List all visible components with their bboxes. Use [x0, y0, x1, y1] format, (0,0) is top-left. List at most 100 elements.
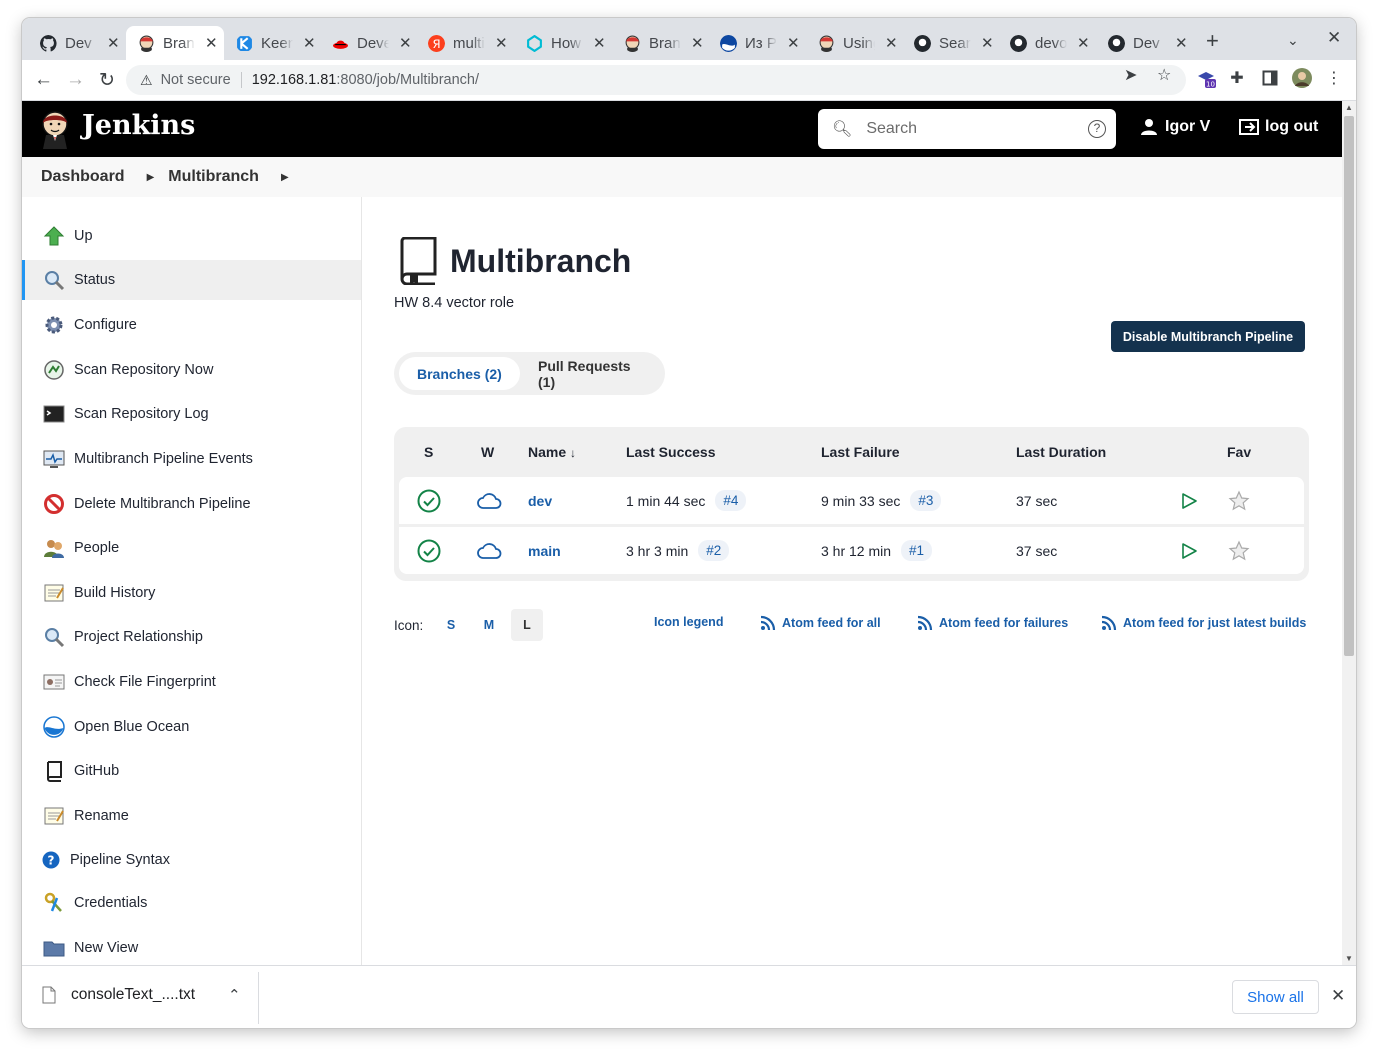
sidebar-item-pipeline-syntax[interactable]: ? Pipeline Syntax [22, 840, 361, 880]
build-play-icon[interactable] [1180, 477, 1198, 524]
close-downloads-icon[interactable]: ✕ [1331, 986, 1345, 1006]
sidepanel-icon[interactable] [1260, 68, 1280, 88]
bookmark-star-icon[interactable]: ☆ [1157, 65, 1171, 85]
build-badge[interactable]: #2 [698, 540, 730, 561]
build-play-icon[interactable] [1180, 527, 1198, 574]
browser-tab[interactable]: Develop ✕ [320, 26, 412, 60]
column-header-last-success[interactable]: Last Success [626, 444, 716, 460]
tab-search-chevron-icon[interactable]: ⌄ [1287, 32, 1299, 49]
browser-tab[interactable]: Я multibranch ✕ [416, 26, 508, 60]
column-header-last-duration[interactable]: Last Duration [1016, 444, 1106, 460]
sidebar-item-new-view[interactable]: New View [22, 928, 361, 965]
sidebar-item-scan-log[interactable]: Scan Repository Log [22, 394, 361, 434]
browser-tab[interactable]: How to ✕ [514, 26, 606, 60]
tab-close-icon[interactable]: ✕ [885, 34, 898, 52]
column-header-s[interactable]: S [424, 444, 433, 460]
breadcrumb-dashboard[interactable]: Dashboard [41, 168, 125, 186]
sidebar-item-fingerprint[interactable]: Check File Fingerprint [22, 662, 361, 702]
breadcrumb-arrow-icon[interactable]: ▶ [147, 172, 155, 183]
success-status-icon[interactable] [417, 527, 441, 574]
back-arrow-icon[interactable]: ← [34, 69, 53, 91]
browser-tab[interactable]: Using ✕ [806, 26, 898, 60]
branch-link-dev[interactable]: dev [528, 477, 552, 524]
chevron-up-icon[interactable]: ⌃ [228, 986, 241, 1004]
favorite-star-icon[interactable] [1228, 477, 1250, 524]
tab-close-icon[interactable]: ✕ [787, 34, 800, 52]
jenkins-logo-icon[interactable] [38, 109, 72, 149]
profile-avatar[interactable] [1292, 68, 1312, 88]
tab-pull-requests[interactable]: Pull Requests (1) [520, 357, 665, 390]
puzzle-icon[interactable]: ✚ [1227, 68, 1247, 88]
sidebar-item-project-relationship[interactable]: Project Relationship [22, 617, 361, 657]
build-badge[interactable]: #3 [910, 490, 942, 511]
browser-tab[interactable]: Branch ✕ [612, 26, 704, 60]
browser-tab[interactable]: Dev Env ✕ [28, 26, 120, 60]
address-bar[interactable]: ⚠ Not secure 192.168.1.81 :8080/job/Mult… [126, 65, 1186, 95]
build-badge[interactable]: #4 [715, 490, 747, 511]
show-all-button[interactable]: Show all [1232, 980, 1319, 1014]
sidebar-item-up[interactable]: Up [22, 216, 361, 256]
user-menu[interactable]: Igor V [1140, 118, 1210, 136]
favorite-star-icon[interactable] [1228, 527, 1250, 574]
tab-close-icon[interactable]: ✕ [107, 34, 120, 52]
sidebar-item-build-history[interactable]: Build History [22, 573, 361, 613]
tab-branches[interactable]: Branches (2) [399, 357, 520, 390]
new-tab-button[interactable]: + [1206, 28, 1219, 54]
weather-cloud-icon[interactable] [476, 527, 502, 574]
vertical-scrollbar[interactable]: ▲ ▼ [1342, 101, 1356, 965]
icon-size-s[interactable]: S [435, 609, 467, 641]
icon-legend-link[interactable]: Icon legend [654, 615, 723, 629]
tab-close-icon[interactable]: ✕ [205, 34, 218, 52]
sidebar-item-configure[interactable]: Configure [22, 305, 361, 345]
scroll-up-icon[interactable]: ▲ [1345, 103, 1353, 112]
tab-close-icon[interactable]: ✕ [495, 34, 508, 52]
send-icon[interactable]: ➤ [1124, 65, 1137, 85]
browser-tab[interactable]: devops ✕ [998, 26, 1090, 60]
browser-tab[interactable]: Dev Env ✕ [1096, 26, 1188, 60]
success-status-icon[interactable] [417, 477, 441, 524]
breadcrumb-arrow-icon[interactable]: ▶ [281, 172, 289, 183]
download-item[interactable]: consoleText_....txt [42, 986, 195, 1004]
weather-cloud-icon[interactable] [476, 477, 502, 524]
forward-arrow-icon[interactable]: → [66, 69, 85, 91]
tab-close-icon[interactable]: ✕ [593, 34, 606, 52]
extension-icon[interactable]: 10 [1196, 68, 1216, 88]
sidebar-item-delete[interactable]: Delete Multibranch Pipeline [22, 484, 361, 524]
window-close-button[interactable]: ✕ [1327, 28, 1341, 48]
sidebar-item-blue-ocean[interactable]: Open Blue Ocean [22, 707, 361, 747]
search-input[interactable]: 🔍︎ Search ? [818, 109, 1116, 149]
column-header-w[interactable]: W [481, 444, 494, 460]
column-header-last-failure[interactable]: Last Failure [821, 444, 900, 460]
scroll-down-icon[interactable]: ▼ [1345, 954, 1353, 963]
atom-feed-failures-link[interactable]: Atom feed for failures [917, 615, 1068, 631]
build-badge[interactable]: #1 [901, 540, 933, 561]
tab-close-icon[interactable]: ✕ [1175, 34, 1188, 52]
tab-close-icon[interactable]: ✕ [399, 34, 412, 52]
icon-size-m[interactable]: M [473, 609, 505, 641]
tab-close-icon[interactable]: ✕ [691, 34, 704, 52]
browser-tab[interactable]: Search ✕ [902, 26, 994, 60]
sidebar-item-status[interactable]: Status [22, 260, 361, 300]
breadcrumb-multibranch[interactable]: Multibranch [168, 168, 259, 186]
browser-tab[interactable]: Keenetic ✕ [224, 26, 316, 60]
reload-icon[interactable]: ↻ [99, 69, 115, 92]
column-header-fav[interactable]: Fav [1227, 444, 1251, 460]
browser-tab[interactable]: Из Р ✕ [708, 26, 800, 60]
disable-pipeline-button[interactable]: Disable Multibranch Pipeline [1111, 321, 1305, 352]
sidebar-item-github[interactable]: GitHub [22, 751, 361, 791]
atom-feed-all-link[interactable]: Atom feed for all [760, 615, 881, 631]
browser-menu-icon[interactable]: ⋮ [1324, 68, 1344, 88]
icon-size-l[interactable]: L [511, 609, 543, 641]
sidebar-item-credentials[interactable]: Credentials [22, 883, 361, 923]
tab-close-icon[interactable]: ✕ [981, 34, 994, 52]
browser-tab-active[interactable]: Branch ✕ [126, 26, 224, 60]
sidebar-item-scan-now[interactable]: Scan Repository Now [22, 350, 361, 390]
sidebar-item-events[interactable]: Multibranch Pipeline Events [22, 439, 361, 479]
sidebar-item-people[interactable]: People [22, 528, 361, 568]
tab-close-icon[interactable]: ✕ [1077, 34, 1090, 52]
search-help-icon[interactable]: ? [1088, 120, 1106, 138]
sidebar-item-rename[interactable]: Rename [22, 796, 361, 836]
atom-feed-latest-link[interactable]: Atom feed for just latest builds [1101, 615, 1306, 631]
branch-link-main[interactable]: main [528, 527, 561, 574]
logout-link[interactable]: log out [1238, 118, 1318, 136]
